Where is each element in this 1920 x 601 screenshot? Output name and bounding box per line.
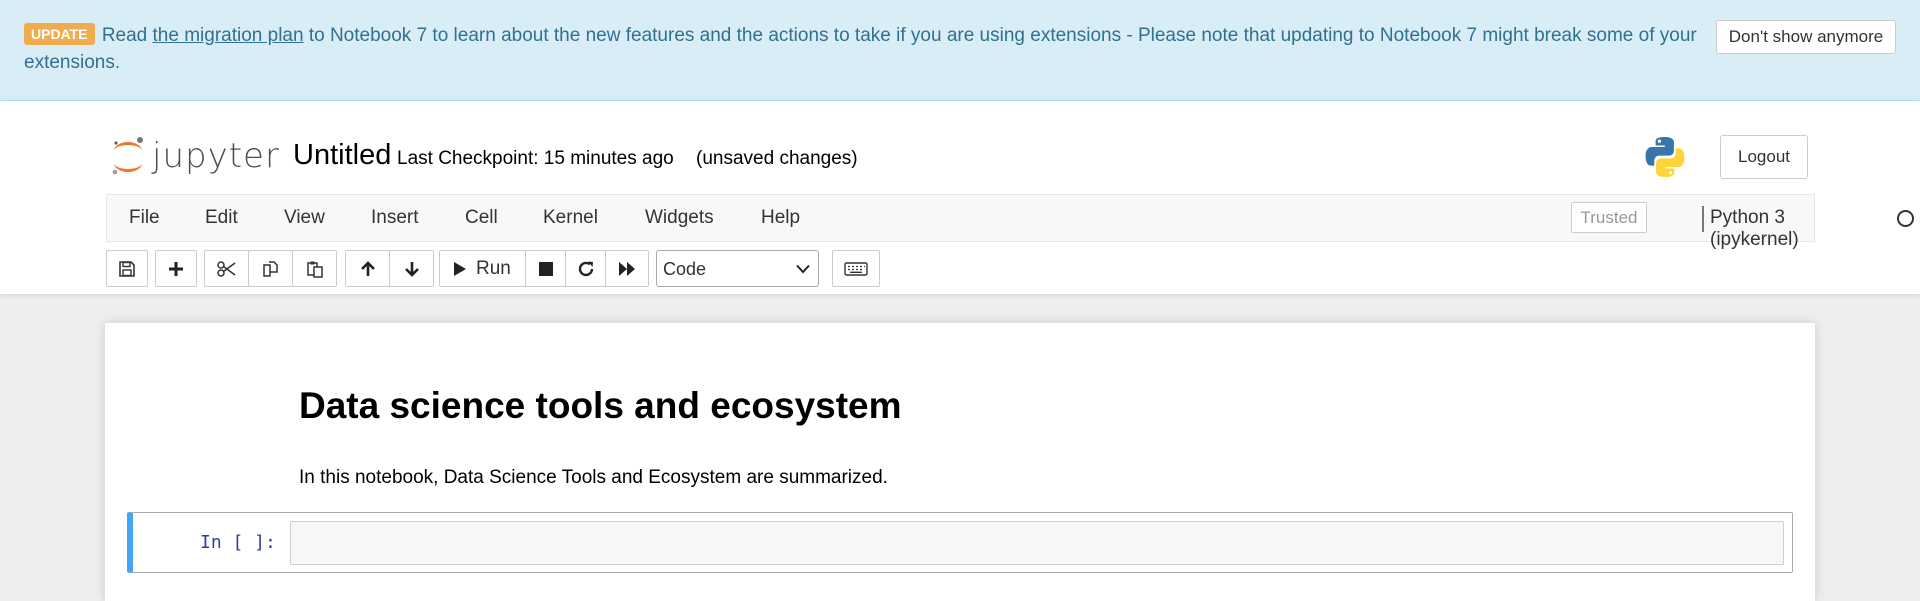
move-up-button[interactable]: [345, 250, 390, 287]
kernel-divider: [1702, 206, 1704, 232]
menu-kernel[interactable]: Kernel: [543, 207, 598, 229]
paste-button[interactable]: [292, 250, 337, 287]
menu-cell[interactable]: Cell: [465, 207, 498, 229]
plus-icon: [169, 261, 183, 276]
menu-edit[interactable]: Edit: [205, 207, 238, 229]
menu-view[interactable]: View: [284, 207, 325, 229]
logout-button[interactable]: Logout: [1720, 135, 1808, 179]
migration-plan-link[interactable]: the migration plan: [153, 25, 304, 46]
code-input[interactable]: [290, 521, 1784, 565]
play-icon: [454, 261, 466, 276]
restart-kernel-button[interactable]: [565, 250, 606, 287]
jupyter-logo[interactable]: jupyter: [110, 134, 280, 178]
menu-help[interactable]: Help: [761, 207, 800, 229]
copy-icon: [262, 260, 278, 277]
dont-show-anymore-button[interactable]: Don't show anymore: [1716, 20, 1896, 54]
menu-widgets[interactable]: Widgets: [645, 207, 714, 229]
stop-icon: [538, 261, 553, 276]
python-logo-icon: [1643, 135, 1687, 184]
restart-icon: [578, 261, 593, 276]
cell-prompt: In [ ]:: [200, 532, 276, 553]
move-down-button[interactable]: [389, 250, 434, 287]
paste-icon: [306, 261, 323, 278]
run-label: Run: [476, 257, 511, 279]
cell-type-value: Code: [663, 259, 707, 279]
update-badge: UPDATE: [24, 23, 95, 45]
arrow-up-icon: [360, 260, 375, 276]
jupyter-logo-text: jupyter: [152, 136, 280, 176]
cell-type-select[interactable]: Code: [656, 250, 819, 287]
menubar: File Edit View Insert Cell Kernel Widget…: [106, 194, 1914, 250]
update-banner: UPDATE Read the migration plan to Notebo…: [0, 0, 1920, 101]
markdown-paragraph: In this notebook, Data Science Tools and…: [299, 467, 888, 488]
save-icon: [119, 260, 135, 277]
cut-icon: [216, 260, 235, 277]
menu-file[interactable]: File: [129, 207, 160, 229]
kernel-idle-icon: [1897, 210, 1914, 227]
command-palette-button[interactable]: [832, 250, 880, 287]
markdown-heading: Data science tools and ecosystem: [299, 385, 902, 426]
menu-insert[interactable]: Insert: [371, 207, 419, 229]
arrow-down-icon: [404, 261, 419, 277]
notebook-title[interactable]: Untitled: [293, 139, 391, 172]
fast-forward-icon: [619, 261, 635, 276]
save-status: (unsaved changes): [696, 148, 858, 169]
restart-run-all-button[interactable]: [605, 250, 649, 287]
chevron-down-icon: [796, 264, 810, 274]
last-checkpoint: Last Checkpoint: 15 minutes ago: [397, 148, 674, 169]
keyboard-icon: [844, 261, 868, 276]
kernel-name[interactable]: Python 3 (ipykernel): [1710, 207, 1814, 251]
run-button[interactable]: Run: [439, 250, 526, 287]
interrupt-kernel-button[interactable]: [525, 250, 566, 287]
save-button[interactable]: [106, 250, 148, 287]
banner-text-before: Read: [101, 25, 153, 46]
copy-button[interactable]: [248, 250, 293, 287]
insert-cell-button[interactable]: [155, 250, 197, 287]
cut-button[interactable]: [204, 250, 249, 287]
trusted-indicator[interactable]: Trusted: [1571, 202, 1647, 233]
jupyter-logo-icon: [112, 137, 143, 175]
banner-message: UPDATE Read the migration plan to Notebo…: [24, 22, 1714, 76]
